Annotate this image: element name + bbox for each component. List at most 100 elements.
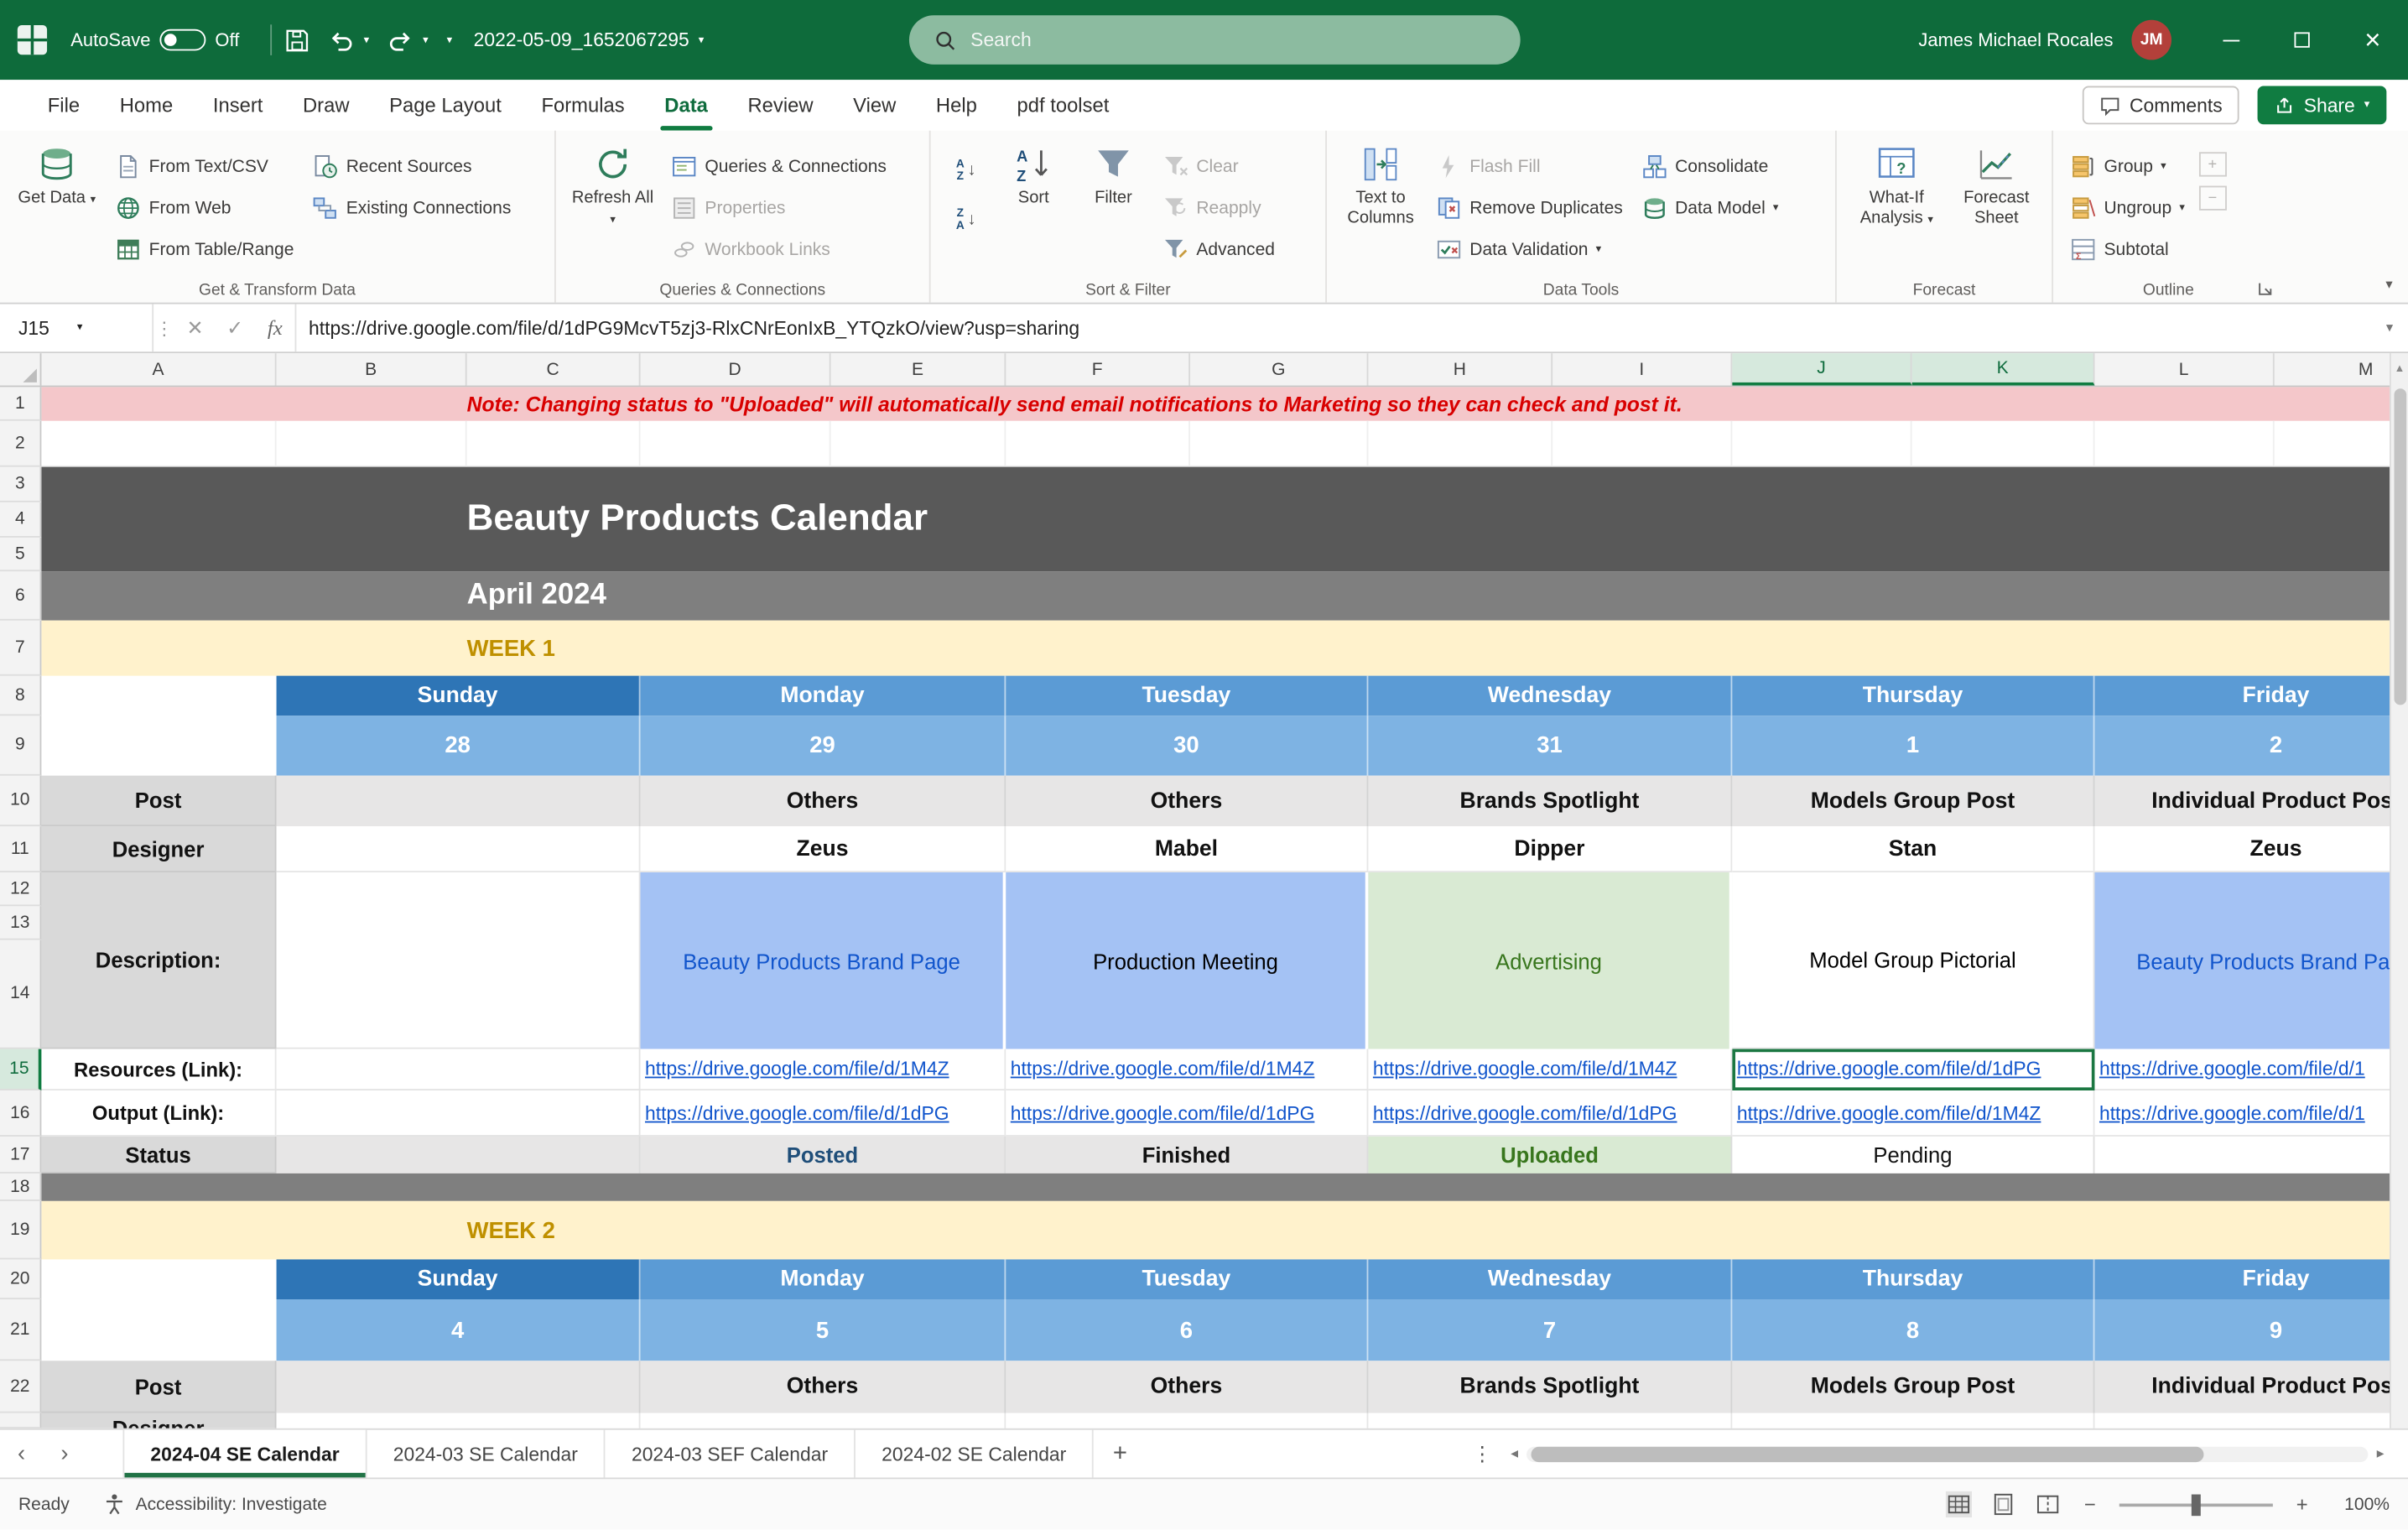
quick-access-chevron-icon[interactable]: ▾ <box>447 34 452 45</box>
row-header-4[interactable]: 4 <box>0 502 41 538</box>
page-break-view-button[interactable] <box>2035 1491 2061 1517</box>
zoom-slider[interactable] <box>2119 1503 2273 1507</box>
week2-day-monday[interactable]: Monday <box>641 1259 1006 1299</box>
week1-post-sunday[interactable] <box>277 776 641 826</box>
autosave-toggle[interactable]: AutoSave Off <box>70 29 239 51</box>
sort-ascending-button[interactable]: AZ↓ <box>943 149 989 192</box>
week1-resources-sunday[interactable] <box>277 1049 641 1090</box>
week1-day-monday[interactable]: Monday <box>641 676 1006 716</box>
cell[interactable] <box>41 1299 276 1361</box>
properties-button[interactable]: Properties <box>667 189 892 227</box>
row-header-7[interactable]: 7 <box>0 621 41 676</box>
horizontal-scrollbar-thumb[interactable] <box>1532 1446 2204 1461</box>
week2-post-tuesday[interactable]: Others <box>1006 1361 1368 1413</box>
week1-output-wednesday-link[interactable]: https://drive.google.com/file/d/1dPG <box>1368 1090 1732 1137</box>
normal-view-button[interactable] <box>1946 1491 1972 1517</box>
week1-resources-friday-link[interactable]: https://drive.google.com/file/d/1 <box>2094 1049 2390 1090</box>
remove-duplicates-button[interactable]: Remove Duplicates <box>1431 189 1627 227</box>
group-button[interactable]: Group ▾ <box>2066 148 2190 186</box>
cell[interactable] <box>2275 421 2390 467</box>
week2-date-wednesday[interactable]: 7 <box>1368 1299 1732 1361</box>
column-header-b[interactable]: B <box>277 353 467 385</box>
user-name[interactable]: James Michael Rocales <box>1918 29 2113 51</box>
column-header-l[interactable]: L <box>2094 353 2274 385</box>
row-header-8[interactable]: 8 <box>0 676 41 716</box>
zoom-level[interactable]: 100% <box>2331 1495 2390 1513</box>
from-table-range-button[interactable]: From Table/Range <box>111 231 299 269</box>
tab-help[interactable]: Help <box>916 80 997 130</box>
week1-description-friday[interactable]: Beauty Products Brand Page <box>2094 872 2390 1049</box>
row-header-5[interactable]: 5 <box>0 538 41 571</box>
tab-review[interactable]: Review <box>728 80 834 130</box>
column-header-g[interactable]: G <box>1190 353 1368 385</box>
week1-date-friday[interactable]: 2 <box>2094 716 2390 775</box>
next-sheet-arrow[interactable]: › <box>43 1430 86 1478</box>
column-header-d[interactable]: D <box>641 353 831 385</box>
week1-description-wednesday[interactable]: Advertising <box>1368 872 1732 1049</box>
week1-day-thursday[interactable]: Thursday <box>1732 676 2094 716</box>
more-sheets-button[interactable]: ⋮ <box>1462 1441 1502 1465</box>
tab-home[interactable]: Home <box>100 80 193 130</box>
week1-banner-cell[interactable]: WEEK 1 <box>467 621 555 676</box>
cell[interactable] <box>1552 421 1732 467</box>
week1-designer-wednesday[interactable]: Dipper <box>1368 826 1732 872</box>
week2-day-thursday[interactable]: Thursday <box>1732 1259 2094 1299</box>
tab-insert[interactable]: Insert <box>193 80 283 130</box>
expand-formula-bar-chevron-icon[interactable]: ▾ <box>2371 304 2408 352</box>
cell[interactable] <box>641 421 831 467</box>
sheet-tab-2024-02[interactable]: 2024-02 SE Calendar <box>856 1430 1094 1478</box>
scroll-right-arrow-icon[interactable]: ► <box>2374 1447 2387 1460</box>
week2-date-tuesday[interactable]: 6 <box>1006 1299 1368 1361</box>
enter-button[interactable]: ✓ <box>215 304 255 352</box>
week2-post-sunday[interactable] <box>277 1361 641 1413</box>
week1-output-sunday[interactable] <box>277 1090 641 1137</box>
week1-resources-monday-link[interactable]: https://drive.google.com/file/d/1M4Z <box>641 1049 1006 1090</box>
sheet-tab-2024-03[interactable]: 2024-03 SE Calendar <box>367 1430 606 1478</box>
tab-file[interactable]: File <box>28 80 100 130</box>
select-all-corner[interactable] <box>0 353 41 385</box>
week2-post-thursday[interactable]: Models Group Post <box>1732 1361 2094 1413</box>
week1-day-tuesday[interactable]: Tuesday <box>1006 676 1368 716</box>
week1-output-friday-link[interactable]: https://drive.google.com/file/d/1 <box>2094 1090 2390 1137</box>
week1-output-monday-link[interactable]: https://drive.google.com/file/d/1dPG <box>641 1090 1006 1137</box>
cell[interactable] <box>41 676 276 716</box>
new-sheet-button[interactable]: + <box>1094 1430 1146 1478</box>
cell[interactable] <box>1006 1413 1368 1429</box>
week2-date-monday[interactable]: 5 <box>641 1299 1006 1361</box>
row-header-22[interactable]: 22 <box>0 1361 41 1413</box>
excel-app-icon[interactable] <box>15 23 49 56</box>
month-cell[interactable]: April 2024 <box>467 571 606 621</box>
week1-status-monday[interactable]: Posted <box>641 1137 1006 1174</box>
show-detail-button[interactable]: + <box>2198 152 2226 176</box>
week1-status-sunday[interactable] <box>277 1137 641 1174</box>
sort-button[interactable]: AZ Sort <box>998 137 1069 209</box>
week1-designer-friday[interactable]: Zeus <box>2094 826 2390 872</box>
avatar[interactable]: JM <box>2131 20 2171 60</box>
week1-description-monday[interactable]: Beauty Products Brand Page <box>641 872 1006 1049</box>
week1-post-friday[interactable]: Individual Product Post <box>2094 776 2390 826</box>
recent-sources-button[interactable]: Recent Sources <box>308 148 516 186</box>
cell[interactable] <box>1368 1413 1732 1429</box>
cell[interactable] <box>277 1413 641 1429</box>
minimize-button[interactable]: ─ <box>2196 0 2266 80</box>
week1-post-thursday[interactable]: Models Group Post <box>1732 776 2094 826</box>
row-header-11[interactable]: 11 <box>0 826 41 872</box>
zoom-slider-thumb[interactable] <box>2192 1494 2201 1516</box>
row-header-9[interactable]: 9 <box>0 716 41 775</box>
ungroup-button[interactable]: Ungroup ▾ <box>2066 189 2190 227</box>
advanced-filter-button[interactable]: Advanced <box>1158 231 1280 269</box>
from-web-button[interactable]: From Web <box>111 189 299 227</box>
week2-day-wednesday[interactable]: Wednesday <box>1368 1259 1732 1299</box>
cell[interactable] <box>2094 421 2274 467</box>
cell[interactable] <box>277 421 467 467</box>
designer-label-partial[interactable]: Designer <box>41 1413 276 1429</box>
sheet-tab-2024-04[interactable]: 2024-04 SE Calendar <box>122 1430 367 1478</box>
week1-designer-tuesday[interactable]: Mabel <box>1006 826 1368 872</box>
week1-designer-thursday[interactable]: Stan <box>1732 826 2094 872</box>
flash-fill-button[interactable]: Flash Fill <box>1431 148 1627 186</box>
week1-designer-monday[interactable]: Zeus <box>641 826 1006 872</box>
row-header-21[interactable]: 21 <box>0 1299 41 1361</box>
post-label[interactable]: Post <box>41 1361 276 1413</box>
week2-banner-cell[interactable]: WEEK 2 <box>467 1201 555 1260</box>
document-title[interactable]: 2022-05-09_1652067295 ▾ <box>474 29 705 51</box>
